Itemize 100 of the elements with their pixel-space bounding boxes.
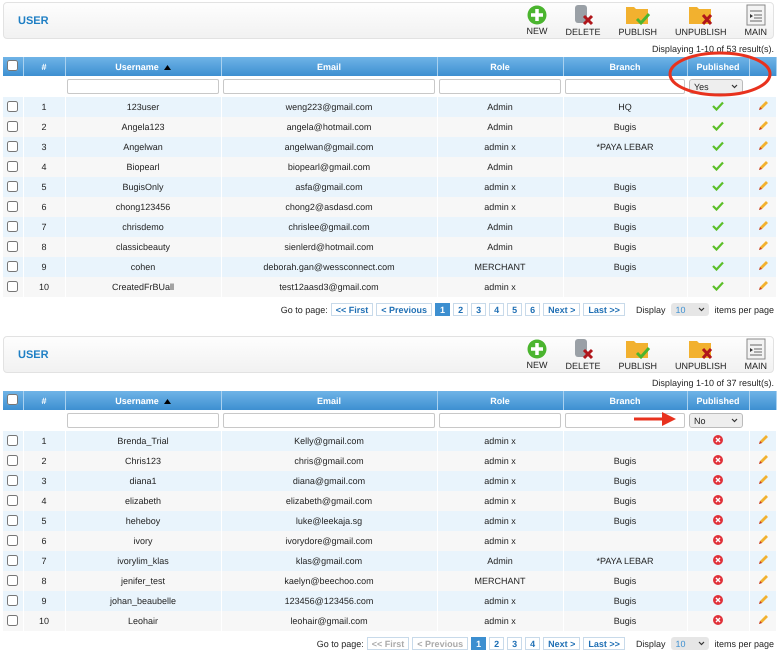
row-checkbox[interactable] bbox=[7, 140, 18, 152]
checkmark-icon[interactable] bbox=[712, 141, 724, 151]
column-header[interactable]: Username bbox=[65, 57, 221, 76]
row-checkbox[interactable] bbox=[7, 614, 18, 626]
pencil-icon[interactable] bbox=[756, 280, 768, 292]
pencil-icon[interactable] bbox=[756, 120, 768, 132]
page-number-button[interactable]: 1 bbox=[471, 637, 486, 650]
page-number-button[interactable]: 2 bbox=[489, 637, 504, 650]
checkmark-icon[interactable] bbox=[712, 121, 724, 131]
items-per-page-select[interactable]: 10 bbox=[671, 637, 710, 650]
filter-field[interactable] bbox=[223, 79, 435, 94]
column-header[interactable]: Published bbox=[687, 391, 749, 410]
row-checkbox[interactable] bbox=[7, 474, 18, 486]
items-per-page-select[interactable]: 10 bbox=[671, 303, 710, 316]
column-header[interactable]: Role bbox=[437, 57, 563, 76]
pencil-icon[interactable] bbox=[756, 514, 768, 526]
row-checkbox[interactable] bbox=[7, 160, 18, 172]
filter-field[interactable] bbox=[565, 79, 685, 94]
next-page-button[interactable]: Next > bbox=[543, 637, 580, 650]
pencil-icon[interactable] bbox=[756, 180, 768, 192]
page-number-button[interactable]: 3 bbox=[507, 637, 522, 650]
cross-circle-icon[interactable] bbox=[713, 495, 723, 505]
pencil-icon[interactable] bbox=[756, 100, 768, 112]
pencil-icon[interactable] bbox=[756, 594, 768, 606]
toolbar-button[interactable]: UNPUBLISH bbox=[674, 4, 726, 37]
pencil-icon[interactable] bbox=[756, 474, 768, 486]
toolbar-button[interactable]: PUBLISH bbox=[618, 338, 657, 371]
last-page-button[interactable]: Last >> bbox=[583, 303, 625, 316]
row-checkbox[interactable] bbox=[7, 240, 18, 252]
last-page-button[interactable]: Last >> bbox=[583, 637, 625, 650]
pencil-icon[interactable] bbox=[756, 534, 768, 546]
column-header[interactable]: # bbox=[23, 391, 65, 410]
pencil-icon[interactable] bbox=[756, 574, 768, 586]
toolbar-button[interactable]: UNPUBLISH bbox=[674, 338, 726, 371]
filter-field[interactable] bbox=[223, 413, 435, 428]
checkmark-icon[interactable] bbox=[712, 161, 724, 171]
checkmark-icon[interactable] bbox=[712, 221, 724, 231]
first-page-button[interactable]: << First bbox=[330, 303, 374, 316]
toolbar-button[interactable]: DELETE bbox=[565, 338, 600, 371]
page-number-button[interactable]: 1 bbox=[435, 303, 450, 316]
filter-field[interactable] bbox=[67, 413, 219, 428]
page-number-button[interactable]: 2 bbox=[453, 303, 468, 316]
column-header[interactable]: Published bbox=[687, 57, 749, 76]
checkmark-icon[interactable] bbox=[712, 181, 724, 191]
toolbar-button[interactable]: DELETE bbox=[565, 4, 600, 37]
published-filter-select[interactable]: No bbox=[689, 413, 743, 428]
checkmark-icon[interactable] bbox=[712, 241, 724, 251]
published-filter-select[interactable]: Yes bbox=[689, 79, 743, 94]
row-checkbox[interactable] bbox=[7, 100, 18, 112]
previous-page-button[interactable]: < Previous bbox=[376, 303, 432, 316]
row-checkbox[interactable] bbox=[7, 120, 18, 132]
row-checkbox[interactable] bbox=[7, 494, 18, 506]
row-checkbox[interactable] bbox=[7, 200, 18, 212]
pencil-icon[interactable] bbox=[756, 200, 768, 212]
cross-circle-icon[interactable] bbox=[713, 535, 723, 545]
select-all-checkbox[interactable] bbox=[7, 60, 18, 71]
cross-circle-icon[interactable] bbox=[713, 595, 723, 605]
pencil-icon[interactable] bbox=[756, 260, 768, 272]
cross-circle-icon[interactable] bbox=[713, 435, 723, 445]
column-header[interactable]: Email bbox=[221, 57, 437, 76]
column-header[interactable]: Role bbox=[437, 391, 563, 410]
next-page-button[interactable]: Next > bbox=[543, 303, 580, 316]
pencil-icon[interactable] bbox=[756, 454, 768, 466]
row-checkbox[interactable] bbox=[7, 594, 18, 606]
filter-field[interactable] bbox=[439, 79, 561, 94]
filter-field[interactable] bbox=[439, 413, 561, 428]
cross-circle-icon[interactable] bbox=[713, 455, 723, 465]
pencil-icon[interactable] bbox=[756, 494, 768, 506]
checkmark-icon[interactable] bbox=[712, 101, 724, 111]
cross-circle-icon[interactable] bbox=[713, 615, 723, 625]
row-checkbox[interactable] bbox=[7, 534, 18, 546]
toolbar-button[interactable]: NEW bbox=[526, 5, 548, 36]
pencil-icon[interactable] bbox=[756, 220, 768, 232]
pencil-icon[interactable] bbox=[756, 160, 768, 172]
checkmark-icon[interactable] bbox=[712, 201, 724, 211]
checkmark-icon[interactable] bbox=[712, 281, 724, 291]
column-header[interactable]: Branch bbox=[563, 57, 687, 76]
page-number-button[interactable]: 5 bbox=[507, 303, 522, 316]
cross-circle-icon[interactable] bbox=[713, 515, 723, 525]
row-checkbox[interactable] bbox=[7, 554, 18, 566]
cross-circle-icon[interactable] bbox=[713, 475, 723, 485]
filter-field[interactable] bbox=[565, 413, 685, 428]
toolbar-button[interactable]: NEW bbox=[526, 339, 548, 370]
page-number-button[interactable]: 6 bbox=[525, 303, 540, 316]
column-header[interactable]: Username bbox=[65, 391, 221, 410]
row-checkbox[interactable] bbox=[7, 514, 18, 526]
row-checkbox[interactable] bbox=[7, 454, 18, 466]
select-all-checkbox[interactable] bbox=[7, 394, 18, 405]
column-header[interactable]: Branch bbox=[563, 391, 687, 410]
toolbar-button[interactable]: MAIN bbox=[744, 338, 767, 371]
page-number-button[interactable]: 4 bbox=[489, 303, 504, 316]
cross-circle-icon[interactable] bbox=[713, 555, 723, 565]
pencil-icon[interactable] bbox=[756, 140, 768, 152]
pencil-icon[interactable] bbox=[756, 614, 768, 626]
page-number-button[interactable]: 4 bbox=[525, 637, 540, 650]
row-checkbox[interactable] bbox=[7, 260, 18, 272]
pencil-icon[interactable] bbox=[756, 554, 768, 566]
pencil-icon[interactable] bbox=[756, 240, 768, 252]
checkmark-icon[interactable] bbox=[712, 261, 724, 271]
row-checkbox[interactable] bbox=[7, 434, 18, 446]
